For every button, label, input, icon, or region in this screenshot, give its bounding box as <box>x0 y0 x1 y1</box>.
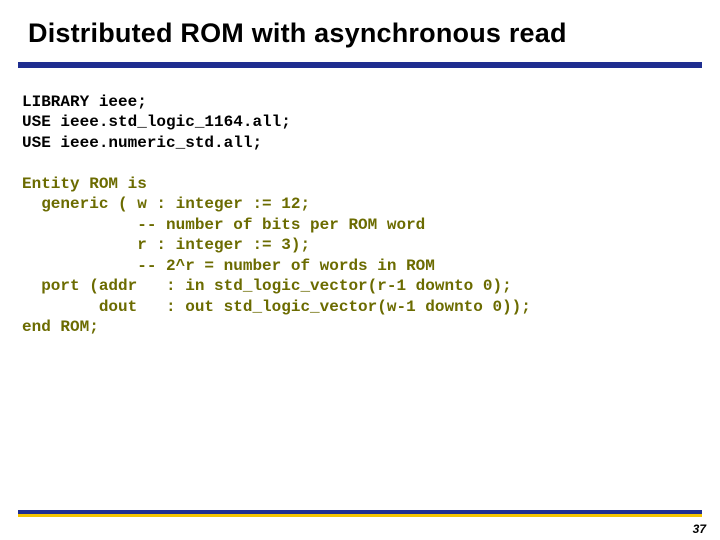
footer-rule-yellow <box>18 514 702 517</box>
code-line-use2: USE ieee.numeric_std.all; <box>22 134 262 152</box>
code-line-comment1: -- number of bits per ROM word <box>22 216 425 234</box>
code-line-generic-w: generic ( w : integer := 12; <box>22 195 310 213</box>
code-line-library: LIBRARY ieee; <box>22 93 147 111</box>
title-underline <box>18 62 702 68</box>
code-line-comment2: -- 2^r = number of words in ROM <box>22 257 435 275</box>
code-line-use1: USE ieee.std_logic_1164.all; <box>22 113 291 131</box>
code-line-port-dout: dout : out std_logic_vector(w-1 downto 0… <box>22 298 531 316</box>
page-number: 37 <box>693 522 706 536</box>
slide-title: Distributed ROM with asynchronous read <box>28 18 700 49</box>
code-line-generic-r: r : integer := 3); <box>22 236 310 254</box>
code-line-entity: Entity ROM is <box>22 175 147 193</box>
code-block: LIBRARY ieee; USE ieee.std_logic_1164.al… <box>22 92 698 338</box>
code-line-end: end ROM; <box>22 318 99 336</box>
slide: Distributed ROM with asynchronous read L… <box>0 0 720 540</box>
code-line-port-addr: port (addr : in std_logic_vector(r-1 dow… <box>22 277 512 295</box>
